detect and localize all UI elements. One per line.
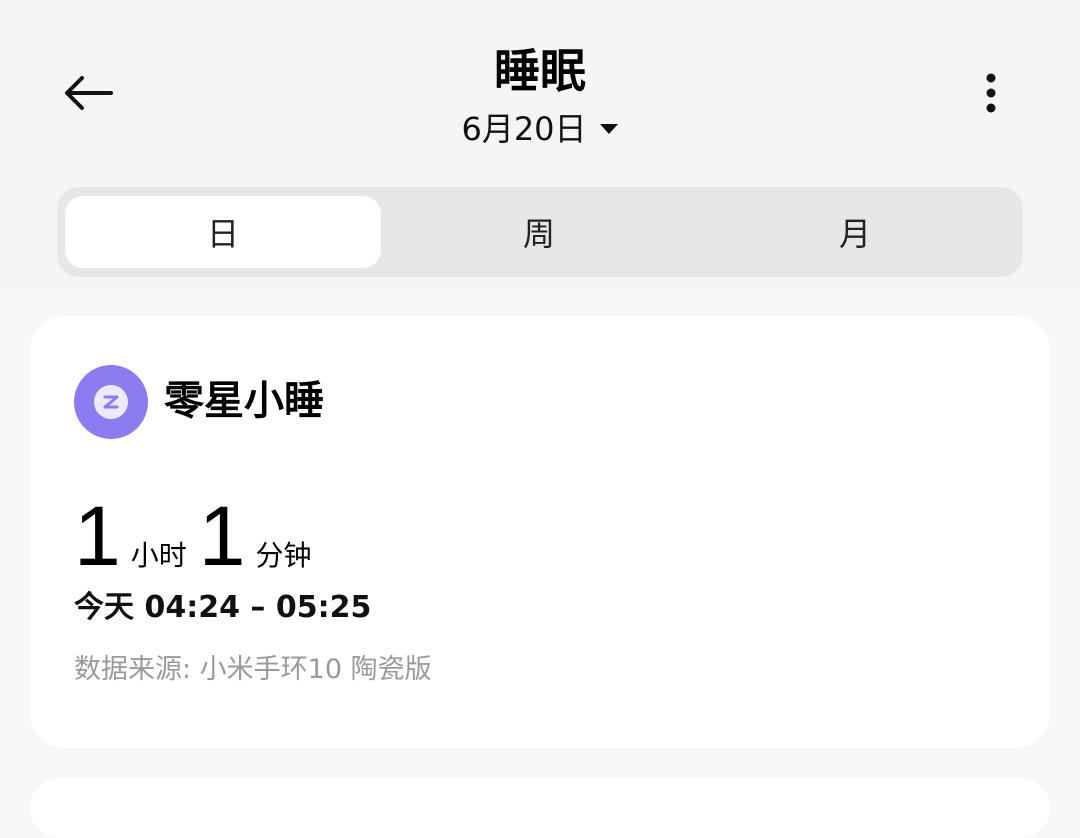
duration-hours: 1 — [74, 489, 121, 583]
tab-week[interactable]: 周 — [381, 196, 697, 268]
duration-minutes-unit: 分钟 — [255, 539, 312, 572]
nap-time-range: 今天 04:24 – 05:25 — [74, 590, 372, 625]
tab-month[interactable]: 月 — [697, 196, 1013, 268]
more-vertical-icon — [986, 73, 996, 113]
nap-card[interactable]: 零星小睡 1 小时 1 分钟 今天 04:24 – 05:25 数据来源: 小米… — [30, 316, 1050, 748]
nap-icon-badge — [94, 385, 128, 419]
card-title: 零星小睡 — [164, 378, 324, 424]
page-title: 睡眠 — [494, 44, 586, 98]
next-card — [30, 778, 1050, 838]
nap-z-icon — [74, 365, 148, 439]
date-selector[interactable]: 6月20日 — [440, 106, 640, 152]
duration-hours-unit: 小时 — [130, 539, 187, 572]
date-label: 6月20日 — [461, 110, 587, 148]
caret-down-icon — [599, 124, 618, 134]
period-tabs: 日 周 月 — [57, 187, 1023, 277]
top-bar: 睡眠 6月20日 日 周 月 — [0, 0, 1080, 294]
data-source: 数据来源: 小米手环10 陶瓷版 — [74, 654, 432, 685]
more-options-button[interactable] — [962, 64, 1020, 122]
duration-minutes: 1 — [198, 489, 246, 583]
z-glyph-icon — [103, 395, 119, 409]
nap-duration: 1 小时 1 分钟 — [74, 486, 323, 586]
tab-day[interactable]: 日 — [65, 196, 381, 268]
